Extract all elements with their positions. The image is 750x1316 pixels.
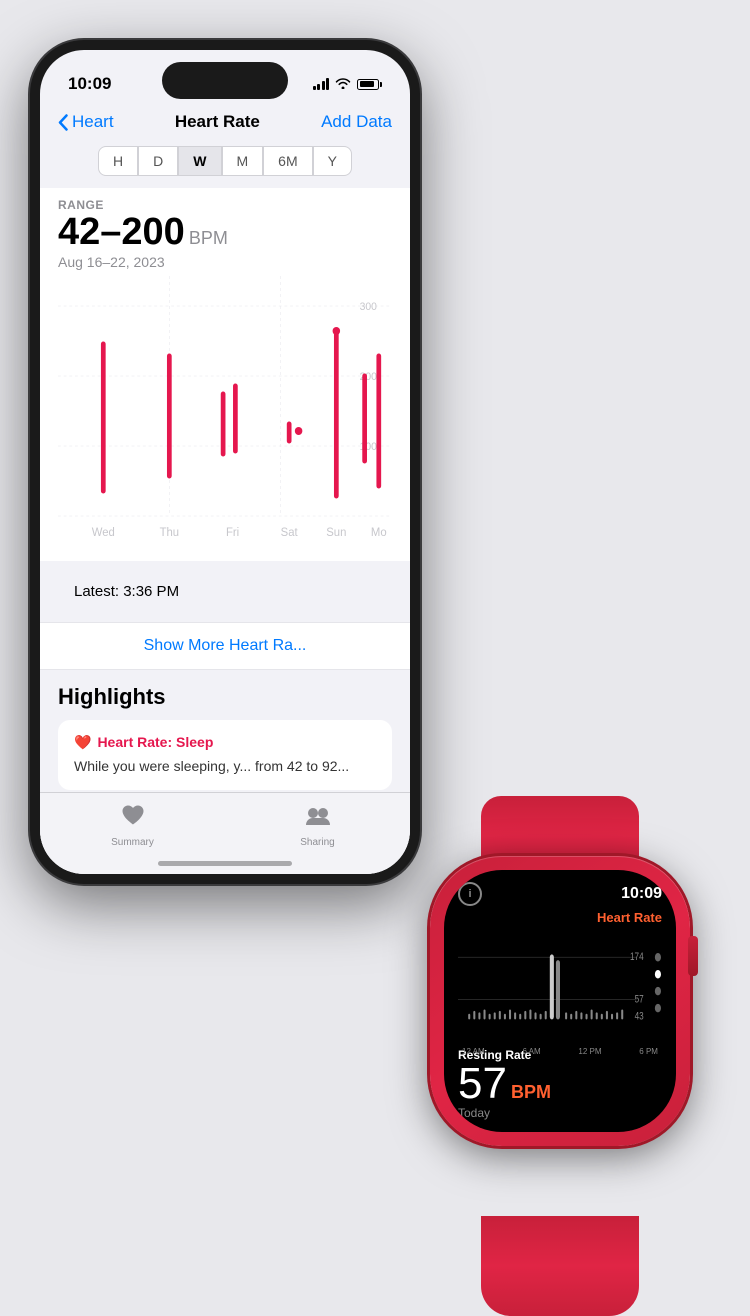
- highlight-body: While you were sleeping, y... from 42 to…: [74, 757, 376, 777]
- svg-text:Mo: Mo: [371, 526, 387, 539]
- svg-text:Thu: Thu: [160, 526, 180, 539]
- tab-D[interactable]: D: [138, 146, 178, 176]
- signal-icon: [313, 78, 330, 90]
- svg-text:200: 200: [360, 371, 377, 383]
- latest-reading: Latest: 3:36 PM: [58, 569, 392, 614]
- watch-case: i 10:09 Heart Rate: [430, 856, 690, 1146]
- chart-section: RANGE 42–200BPM Aug 16–22, 2023 300: [40, 188, 410, 561]
- watch-bpm-row: 57 BPM: [458, 1062, 662, 1106]
- tab-bar: Summary Sharing: [40, 792, 410, 874]
- page-title: Heart Rate: [175, 112, 260, 132]
- tab-M[interactable]: M: [222, 146, 264, 176]
- watch-x-label-6pm: 6 PM: [639, 1047, 658, 1056]
- svg-text:300: 300: [360, 301, 377, 313]
- back-button[interactable]: Heart: [58, 112, 114, 132]
- watch-band-bottom: [481, 1216, 639, 1316]
- chart-date: Aug 16–22, 2023: [58, 254, 392, 270]
- watch-screen: i 10:09 Heart Rate: [444, 870, 676, 1132]
- tab-6M[interactable]: 6M: [263, 146, 312, 176]
- watch-body: i 10:09 Heart Rate: [400, 816, 720, 1276]
- tab-Y[interactable]: Y: [313, 146, 352, 176]
- watch-x-label-6am: 6 AM: [522, 1047, 540, 1056]
- range-label: RANGE: [58, 198, 392, 212]
- watch-title: Heart Rate: [458, 910, 662, 925]
- watch-chart: 174 57 43 12 AM 6 AM 12 PM 6: [458, 929, 662, 1042]
- phone-shell: 10:09: [30, 40, 420, 884]
- heart-icon: ❤️: [74, 734, 91, 751]
- highlights-section: Highlights ❤️ Heart Rate: Sleep While yo…: [40, 670, 410, 791]
- watch-status-row: i 10:09: [458, 882, 662, 906]
- range-value: 42–200BPM: [58, 212, 392, 254]
- wifi-icon: [335, 76, 351, 92]
- tab-H[interactable]: H: [98, 146, 138, 176]
- tab-sharing-label: Sharing: [300, 837, 334, 848]
- tab-summary[interactable]: Summary: [40, 803, 225, 848]
- home-indicator: [158, 861, 292, 866]
- status-time: 10:09: [68, 74, 111, 94]
- svg-text:100: 100: [360, 441, 377, 453]
- watch-info-button[interactable]: i: [458, 882, 482, 906]
- time-range-tabs: H D W M 6M Y: [40, 142, 410, 180]
- add-data-button[interactable]: Add Data: [321, 112, 392, 132]
- highlight-tag: ❤️ Heart Rate: Sleep: [74, 734, 376, 751]
- sharing-tab-icon: [303, 803, 333, 834]
- tab-summary-label: Summary: [111, 837, 154, 848]
- nav-header: Heart Heart Rate Add Data: [40, 104, 410, 142]
- watch-today-label: Today: [458, 1106, 662, 1120]
- show-more-button[interactable]: Show More Heart Ra...: [40, 622, 410, 670]
- svg-text:174: 174: [630, 951, 644, 964]
- dynamic-island: [162, 62, 288, 99]
- watch-bpm-value: 57: [458, 1062, 507, 1106]
- watch-crown: [688, 936, 698, 976]
- highlights-title: Highlights: [58, 684, 392, 710]
- watch-time: 10:09: [621, 885, 662, 903]
- heart-rate-chart: 300 200 100: [58, 276, 392, 561]
- watch-x-label-12pm: 12 PM: [578, 1047, 601, 1056]
- svg-text:Wed: Wed: [92, 526, 115, 539]
- tab-W[interactable]: W: [178, 146, 221, 176]
- watch-x-label-12am: 12 AM: [462, 1047, 485, 1056]
- battery-icon: [357, 79, 382, 90]
- svg-text:57: 57: [635, 993, 644, 1006]
- svg-text:43: 43: [635, 1010, 645, 1023]
- svg-text:Sun: Sun: [326, 526, 346, 539]
- status-icons: [313, 76, 383, 92]
- svg-text:Fri: Fri: [226, 526, 239, 539]
- apple-watch: i 10:09 Heart Rate: [360, 796, 730, 1276]
- svg-text:Sat: Sat: [281, 526, 299, 539]
- heart-tab-icon: [120, 803, 146, 834]
- phone-screen: Heart Heart Rate Add Data H D W M 6M Y R…: [40, 104, 410, 874]
- highlight-card: ❤️ Heart Rate: Sleep While you were slee…: [58, 720, 392, 791]
- watch-bpm-unit: BPM: [511, 1082, 551, 1103]
